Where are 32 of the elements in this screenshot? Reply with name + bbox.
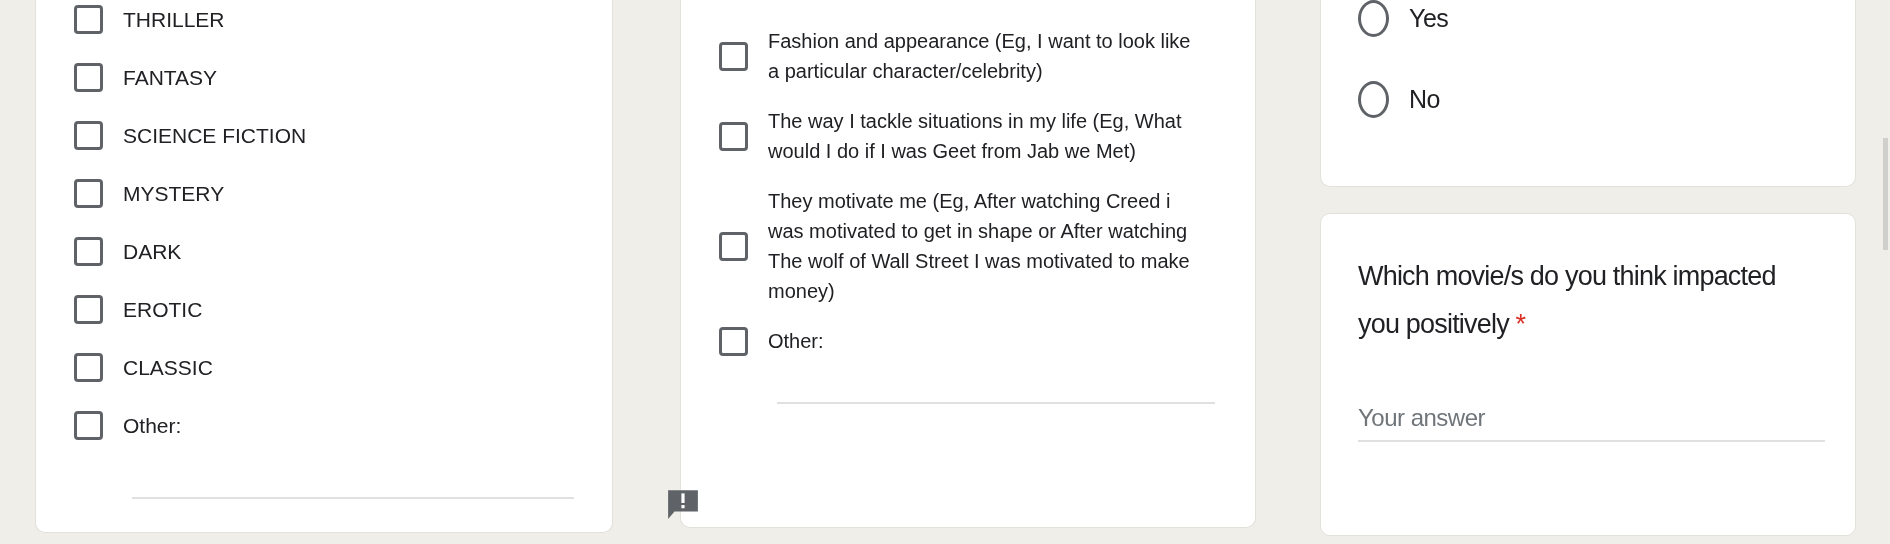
checkbox[interactable]	[74, 121, 103, 150]
option-label: Yes	[1409, 4, 1449, 33]
option-label: THRILLER	[123, 7, 225, 32]
option-label: MYSTERY	[123, 181, 225, 206]
scrollbar-thumb[interactable]	[1883, 138, 1888, 250]
option-label: DARK	[123, 239, 182, 264]
option-label: EROTIC	[123, 297, 203, 322]
option-label: Other:	[123, 413, 182, 438]
checkbox[interactable]	[74, 63, 103, 92]
feedback-icon[interactable]	[666, 488, 700, 520]
option-label: The way I tackle situations in my life (Eg, What would I do if I was Geet from Jab we Met)	[768, 109, 1183, 164]
option-label: FANTASY	[123, 65, 218, 90]
checkbox[interactable]	[719, 231, 748, 261]
checkbox[interactable]	[719, 326, 748, 356]
radio-button[interactable]	[1358, 0, 1389, 37]
answer-field[interactable]: Your answer	[1358, 398, 1825, 442]
checkbox[interactable]	[74, 5, 103, 34]
checkbox[interactable]	[74, 237, 103, 266]
option-label: Other:	[768, 329, 825, 354]
checkbox[interactable]	[74, 353, 103, 382]
option-label: They motivate me (Eg, After watching Creed i was motivated to get in shape or After watching The wolf of Wall Street I was motivated to make money)	[768, 189, 1191, 304]
checkbox[interactable]	[74, 411, 103, 440]
radio-button[interactable]	[1358, 81, 1389, 118]
checkbox[interactable]	[719, 41, 748, 71]
checkbox[interactable]	[719, 121, 748, 151]
checkbox[interactable]	[74, 295, 103, 324]
option-label: SCIENCE FICTION	[123, 123, 307, 148]
option-label: No	[1409, 85, 1440, 114]
option-label: Fashion and appearance (Eg, I want to look like a particular character/celebrity)	[768, 29, 1192, 84]
option-label: CLASSIC	[123, 355, 213, 380]
checkbox[interactable]	[74, 179, 103, 208]
question-title: Which movie/s do you think impacted you positively *	[1358, 260, 1777, 341]
